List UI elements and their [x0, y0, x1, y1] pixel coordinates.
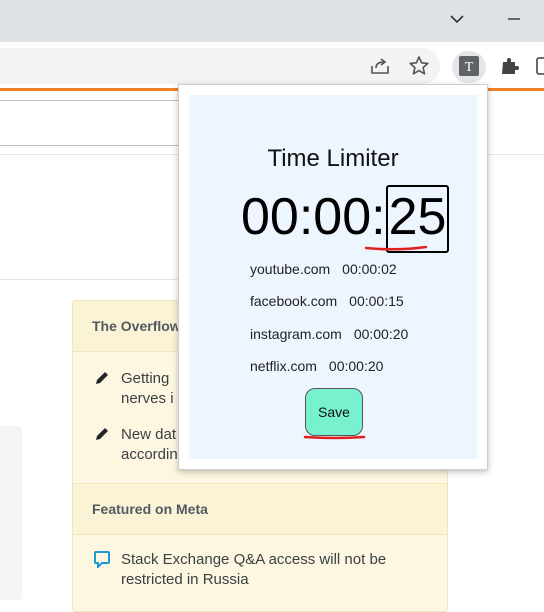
- site-time: 00:00:15: [349, 293, 404, 309]
- site-time: 00:00:20: [353, 326, 409, 342]
- content-divider: [0, 279, 180, 280]
- site-domain: netflix.com: [250, 358, 317, 374]
- extension-t-icon[interactable]: T: [458, 55, 480, 77]
- site-time: 00:00:02: [342, 261, 397, 277]
- meta-item-1[interactable]: Stack Exchange Q&A access will not be re…: [121, 550, 451, 590]
- meta-heading: Featured on Meta: [73, 483, 447, 535]
- annotation-underline: [364, 245, 428, 251]
- site-row: youtube.com 00:00:02: [250, 261, 397, 277]
- bookmark-star-icon[interactable]: [407, 54, 431, 78]
- site-domain: facebook.com: [250, 293, 338, 309]
- popup-title: Time Limiter: [267, 145, 399, 172]
- chat-bubble-icon: [94, 551, 110, 568]
- site-time: 00:00:20: [328, 358, 384, 374]
- left-card: [0, 426, 22, 600]
- puzzle-icon[interactable]: [498, 54, 522, 78]
- minimize-icon[interactable]: [505, 10, 523, 28]
- extension-popup: Time Limiter 00:00:25 youtube.com 00:00:0…: [178, 84, 488, 470]
- annotation-underline: [303, 435, 366, 440]
- timer-hours-minutes: 00:00:: [241, 188, 386, 246]
- popup-content: Time Limiter 00:00:25 youtube.com 00:00:0…: [189, 95, 477, 459]
- site-row: facebook.com 00:00:15: [250, 293, 404, 309]
- share-icon[interactable]: [368, 54, 392, 78]
- save-button[interactable]: Save: [305, 388, 363, 436]
- site-row: netflix.com 00:00:20: [250, 358, 383, 374]
- site-row: instagram.com 00:00:20: [250, 326, 408, 342]
- tab-strip: [0, 0, 544, 42]
- timer-display: 00:00:25: [241, 185, 450, 253]
- pencil-icon: [96, 428, 108, 440]
- svg-text:T: T: [465, 60, 474, 75]
- site-domain: youtube.com: [250, 261, 331, 277]
- pencil-icon: [96, 372, 108, 384]
- page-search-input[interactable]: [0, 100, 194, 146]
- site-domain: instagram.com: [250, 326, 342, 342]
- sidepanel-icon[interactable]: [534, 54, 544, 78]
- chevron-down-icon[interactable]: [448, 10, 466, 28]
